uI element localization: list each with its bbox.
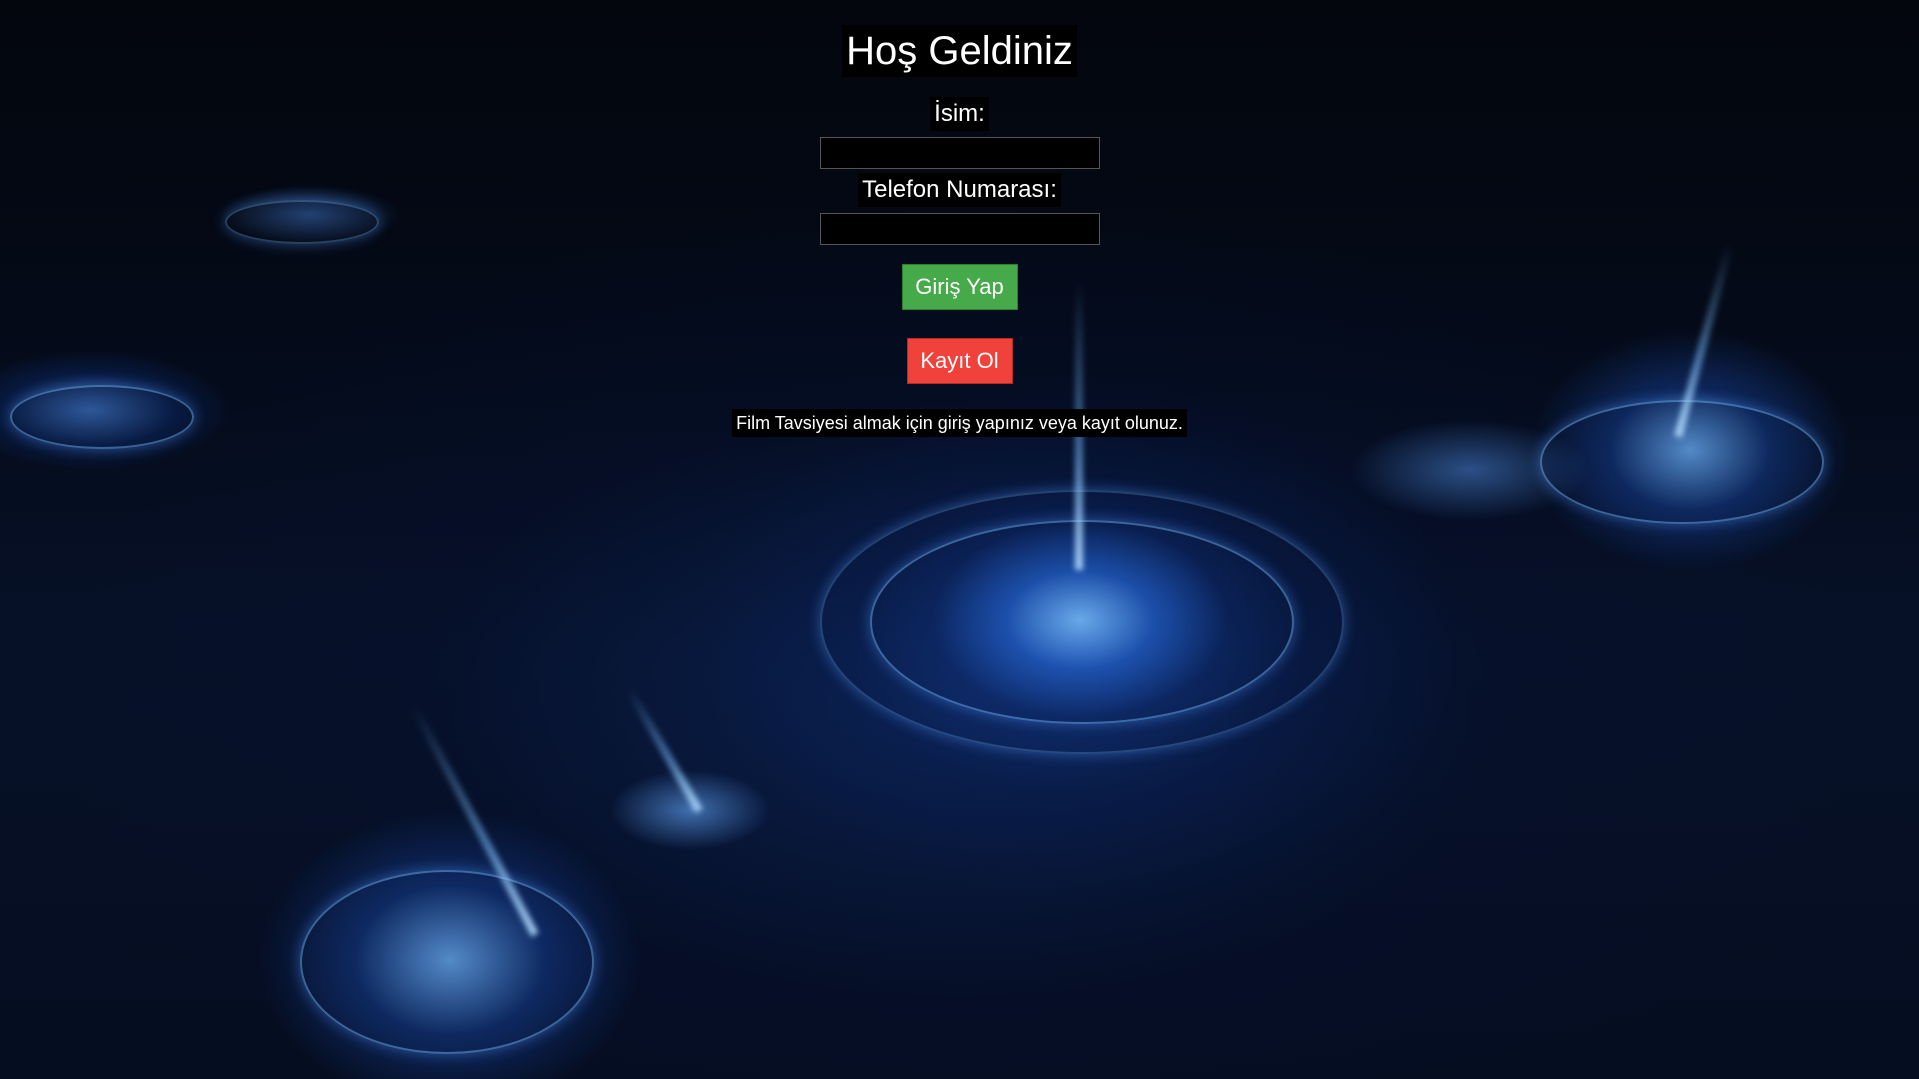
login-form: Hoş Geldiniz İsim: Telefon Numarası: Gir…: [0, 0, 1919, 1079]
name-label: İsim:: [930, 97, 989, 131]
name-input[interactable]: [819, 137, 1100, 169]
register-button[interactable]: Kayıt Ol: [906, 338, 1013, 384]
phone-label: Telefon Numarası:: [858, 173, 1061, 207]
login-button[interactable]: Giriş Yap: [901, 264, 1018, 310]
page-title: Hoş Geldiniz: [842, 25, 1077, 77]
phone-input[interactable]: [819, 213, 1100, 245]
info-message: Film Tavsiyesi almak için giriş yapınız …: [732, 409, 1187, 437]
